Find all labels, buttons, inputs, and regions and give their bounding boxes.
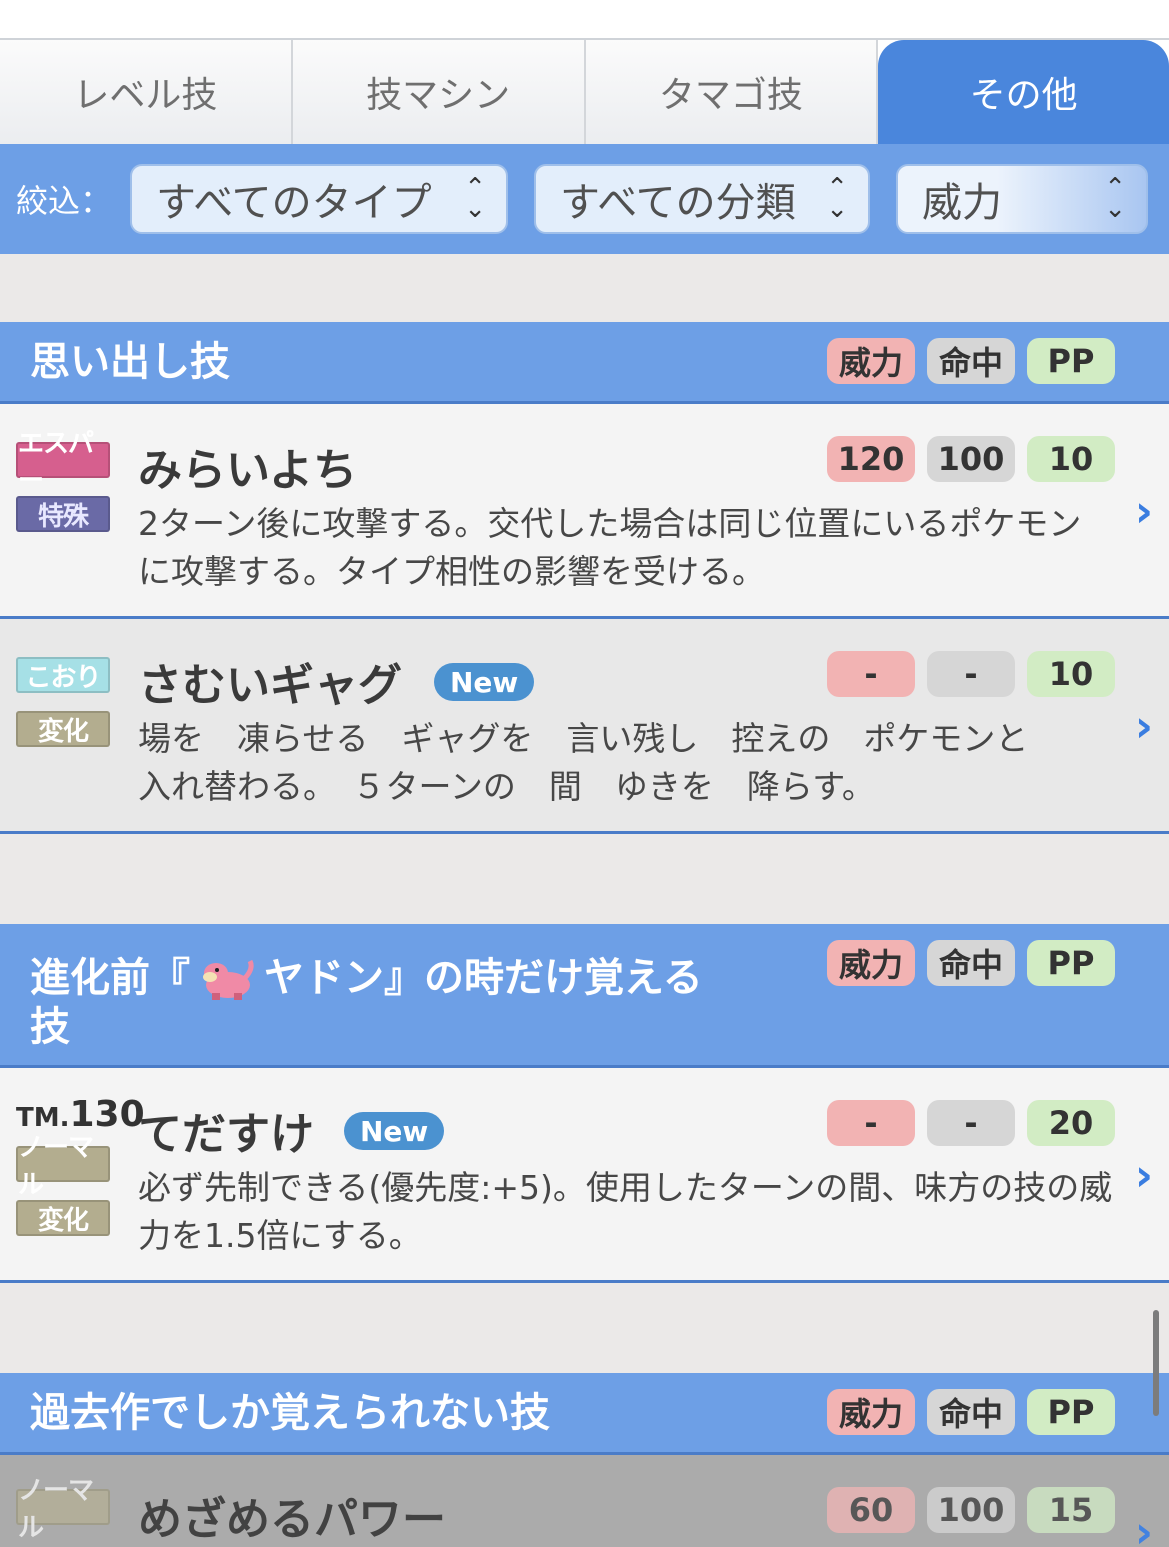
section-title-prefix: 進化前『: [30, 955, 190, 1001]
stat-header-pills: 威力 命中 PP: [827, 940, 1115, 986]
select-arrows-icon: ⌃ ⌄: [464, 173, 487, 224]
type-badge: ノーマル: [16, 1133, 110, 1200]
slowpoke-icon: [203, 959, 254, 1000]
section-title: 過去作でしか覚えられない技: [30, 1390, 550, 1436]
pp-header[interactable]: PP: [1027, 1389, 1115, 1435]
move-name: さむいギャグ: [138, 660, 402, 711]
move-stats: - - 20: [827, 1100, 1115, 1146]
move-power: 60: [827, 1487, 915, 1533]
move-power: -: [827, 651, 915, 697]
move-pp: 10: [1027, 436, 1115, 482]
sort-select[interactable]: 威力 ⌃ ⌄: [896, 164, 1149, 234]
move-name: めざめるパワー: [138, 1494, 446, 1545]
power-header[interactable]: 威力: [827, 338, 915, 384]
type-badge: ノーマル: [16, 1476, 110, 1543]
move-row-future-sight[interactable]: エスパー 特殊 みらいよち 120 100 10 2ターン後に攻撃する。交代した…: [0, 404, 1169, 619]
chevron-right-icon[interactable]: ›: [1135, 1507, 1153, 1547]
move-pp: 15: [1027, 1487, 1115, 1533]
scrollbar-thumb[interactable]: [1153, 1310, 1159, 1416]
type-badge: こおり: [16, 657, 110, 693]
select-arrows-icon: ⌃ ⌄: [826, 173, 849, 224]
move-description: 2ターン後に攻撃する。交代した場合は同じ位置にいるポケモンに攻撃する。タイプ相性…: [138, 504, 1082, 591]
chevron-right-icon[interactable]: ›: [1135, 1150, 1153, 1201]
stat-header-pills: 威力 命中 PP: [827, 338, 1115, 384]
top-bar: [0, 0, 1169, 40]
chevron-right-icon[interactable]: ›: [1135, 701, 1153, 752]
move-pp: 20: [1027, 1100, 1115, 1146]
sort-value: 威力: [922, 180, 1003, 226]
move-stats: 60 100 15: [827, 1487, 1115, 1533]
tab-other-moves[interactable]: その他: [878, 40, 1169, 144]
section-header-pre-evolution: 進化前『 ヤドン』の時だけ覚える技 威力 命中 PP: [0, 924, 1169, 1068]
move-row-chilly-reception[interactable]: こおり 変化 さむいギャグ New - - 10 場を 凍らせる ギャグを 言い…: [0, 619, 1169, 834]
move-pp: 10: [1027, 651, 1115, 697]
move-accuracy: 100: [927, 1487, 1015, 1533]
move-row-helping-hand[interactable]: TM.130 ノーマル 変化 てだすけ New - - 20 必ず先制できる(優…: [0, 1068, 1169, 1283]
chevron-right-icon[interactable]: ›: [1135, 486, 1153, 537]
new-badge: New: [434, 663, 535, 701]
move-accuracy: -: [927, 651, 1015, 697]
category-badge: 変化: [16, 1200, 110, 1236]
move-power: -: [827, 1100, 915, 1146]
category-filter-value: すべての分類: [560, 180, 796, 226]
section-title: 進化前『 ヤドン』の時だけ覚える技: [30, 954, 730, 1051]
category-filter-select[interactable]: すべての分類 ⌃ ⌄: [534, 164, 871, 234]
move-description: 場を 凍らせる ギャグを 言い残し 控えの ポケモンと 入れ替わる。 ５ターンの…: [138, 719, 1062, 806]
accuracy-header[interactable]: 命中: [927, 1389, 1015, 1435]
section-title: 思い出し技: [30, 339, 230, 385]
power-header[interactable]: 威力: [827, 940, 915, 986]
move-tabs: レベル技 技マシン タマゴ技 その他: [0, 40, 1169, 144]
category-badge: 特殊: [16, 496, 110, 532]
move-name: てだすけ: [138, 1109, 314, 1160]
section-header-past-games: 過去作でしか覚えられない技 威力 命中 PP: [0, 1373, 1169, 1455]
stat-header-pills: 威力 命中 PP: [827, 1389, 1115, 1435]
type-badge: エスパー: [16, 429, 110, 496]
filter-label: 絞込：: [16, 182, 113, 220]
spacer: [0, 254, 1169, 322]
section-title-pokemon: ヤドン: [264, 955, 384, 1001]
move-accuracy: 100: [927, 436, 1015, 482]
select-arrows-icon: ⌃ ⌄: [1104, 173, 1127, 224]
section-header-recall: 思い出し技 威力 命中 PP: [0, 322, 1169, 404]
tab-egg-moves[interactable]: タマゴ技: [585, 40, 879, 144]
move-power: 120: [827, 436, 915, 482]
pp-header[interactable]: PP: [1027, 940, 1115, 986]
category-badge: 変化: [16, 711, 110, 747]
tab-tm-moves[interactable]: 技マシン: [292, 40, 586, 144]
move-stats: - - 10: [827, 651, 1115, 697]
move-stats: 120 100 10: [827, 436, 1115, 482]
type-filter-value: すべてのタイプ: [156, 180, 432, 226]
tab-level-moves[interactable]: レベル技: [0, 40, 293, 144]
type-filter-select[interactable]: すべてのタイプ ⌃ ⌄: [130, 164, 509, 234]
accuracy-header[interactable]: 命中: [927, 940, 1015, 986]
new-badge: New: [344, 1112, 445, 1150]
move-name: みらいよち: [138, 445, 358, 496]
move-row-hidden-power[interactable]: ノーマル めざめるパワー 60 100 15 ›: [0, 1455, 1169, 1547]
spacer: [0, 1283, 1169, 1373]
move-accuracy: -: [927, 1100, 1015, 1146]
accuracy-header[interactable]: 命中: [927, 338, 1015, 384]
move-description: 必ず先制できる(優先度:+5)。使用したターンの間、味方の技の威力を1.5倍にす…: [138, 1168, 1113, 1255]
spacer: [0, 834, 1169, 924]
pp-header[interactable]: PP: [1027, 338, 1115, 384]
filter-bar: 絞込： すべてのタイプ ⌃ ⌄ すべての分類 ⌃ ⌄ 威力 ⌃ ⌄: [0, 144, 1169, 254]
power-header[interactable]: 威力: [827, 1389, 915, 1435]
